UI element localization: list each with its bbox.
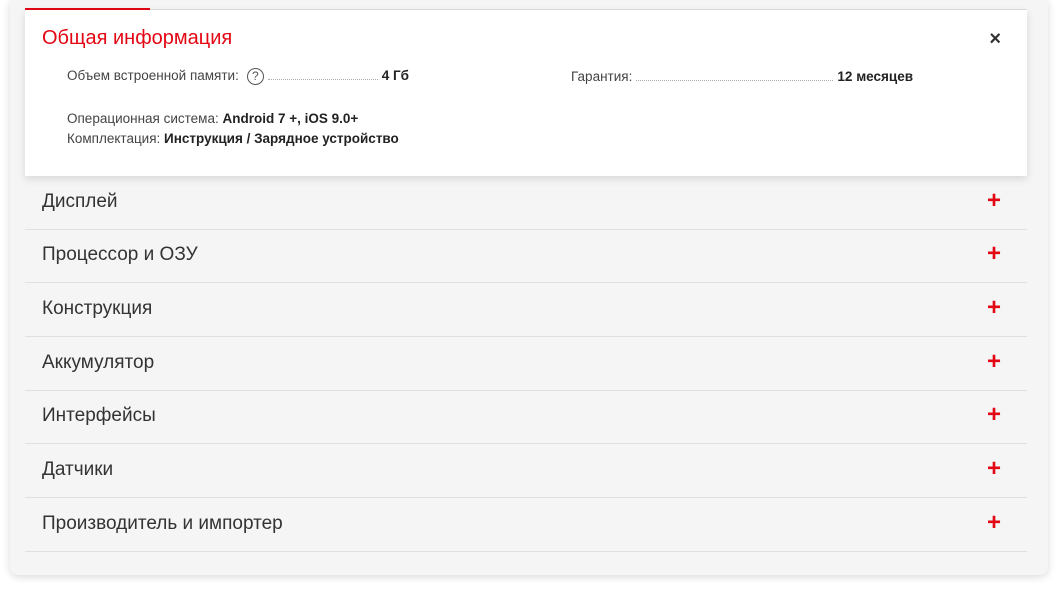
accordion-row-construction[interactable]: Конструкция + xyxy=(25,283,1027,337)
spec-label: Гарантия: xyxy=(571,69,633,84)
leader-dots xyxy=(267,79,378,80)
plus-icon[interactable]: + xyxy=(987,187,1001,215)
accordion-row-manufacturer[interactable]: Производитель и импортер + xyxy=(25,498,1027,552)
leader-dots xyxy=(636,80,834,81)
row-label: Дисплей xyxy=(42,191,118,212)
accordion-row-battery[interactable]: Аккумулятор + xyxy=(25,337,1027,391)
general-info-section: Общая информация × Объем встроенной памя… xyxy=(25,10,1027,176)
row-label: Производитель и импортер xyxy=(42,513,283,534)
spec-os: Операционная система: Android 7 +, iOS 9… xyxy=(67,111,358,126)
plus-icon[interactable]: + xyxy=(987,294,1001,322)
accordion-row-sensors[interactable]: Датчики + xyxy=(25,444,1027,498)
accordion-row-display[interactable]: Дисплей + xyxy=(25,176,1027,230)
help-icon[interactable]: ? xyxy=(246,68,264,85)
section-title[interactable]: Общая информация xyxy=(42,27,232,50)
row-label: Аккумулятор xyxy=(42,352,155,373)
row-label: Процессор и ОЗУ xyxy=(42,244,198,265)
accordion-row-cpu-ram[interactable]: Процессор и ОЗУ + xyxy=(25,229,1027,283)
spec-value: 12 месяцев xyxy=(837,69,913,84)
spec-label: Операционная система: xyxy=(67,111,219,126)
spec-value: Android 7 +, iOS 9.0+ xyxy=(222,111,359,126)
plus-icon[interactable]: + xyxy=(987,348,1001,376)
spec-kit: Комплектация: Инструкция / Зарядное устр… xyxy=(67,131,399,146)
plus-icon[interactable]: + xyxy=(987,240,1001,268)
spec-value: Инструкция / Зарядное устройство xyxy=(164,131,399,146)
spec-value: 4 Гб xyxy=(381,68,409,83)
plus-icon[interactable]: + xyxy=(987,509,1001,537)
row-label: Интерфейсы xyxy=(42,405,156,426)
spec-memory: Объем встроенной памяти: ? 4 Гб xyxy=(67,68,409,85)
plus-icon[interactable]: + xyxy=(987,455,1001,483)
spec-warranty: Гарантия: 12 месяцев xyxy=(571,69,913,84)
row-label: Конструкция xyxy=(42,298,153,319)
spec-label: Объем встроенной памяти: xyxy=(67,68,239,83)
row-label: Датчики xyxy=(42,459,114,480)
plus-icon[interactable]: + xyxy=(987,401,1001,429)
spec-label: Комплектация: xyxy=(67,131,161,146)
accordion-row-interfaces[interactable]: Интерфейсы + xyxy=(25,390,1027,444)
close-icon[interactable]: × xyxy=(989,28,1001,51)
